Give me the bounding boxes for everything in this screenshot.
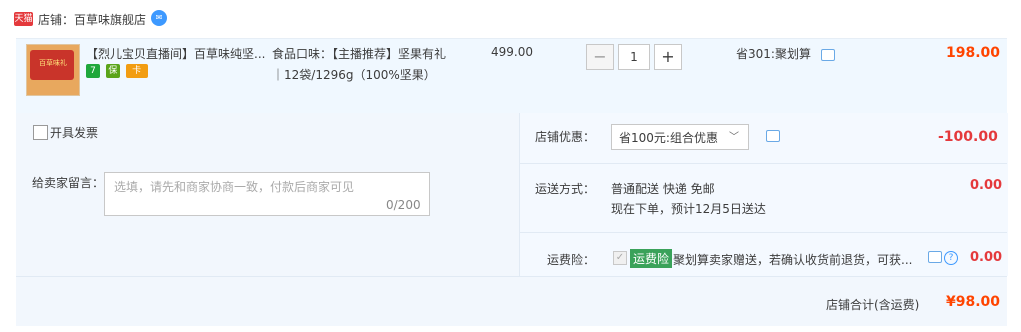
insurance-tag: 运费险: [630, 249, 673, 268]
shipping-eta: 现在下单，预计12月5日送达: [611, 202, 766, 216]
sku-flavor: 食品口味：【主播推荐】坚果有礼: [272, 47, 447, 61]
product-image-text: 百草味礼: [39, 59, 67, 67]
unit-price: 499.00: [491, 45, 533, 59]
seven-day-return-icon[interactable]: 7: [86, 64, 100, 78]
shipping-method: 普通配送 快递 免邮: [611, 182, 715, 196]
credit-card-icon[interactable]: 卡: [125, 64, 148, 78]
sku-spec: ｜12袋/1296g（100%坚果）: [272, 68, 436, 82]
insurance-icons: ?: [928, 251, 958, 265]
quantity-decrease-button[interactable]: −: [586, 44, 614, 70]
chat-bubble-icon[interactable]: ✉: [151, 10, 167, 26]
comment-icon[interactable]: [928, 251, 942, 263]
help-icon[interactable]: ?: [944, 251, 958, 265]
item-subtotal: 198.00: [946, 45, 1001, 61]
comment-icon[interactable]: [766, 130, 780, 142]
comment-icon[interactable]: [820, 48, 835, 61]
guarantee-shield-icon[interactable]: 保: [105, 64, 120, 78]
message-placeholder: 选填，请先和商家协商一致，付款后商家可见: [114, 180, 355, 194]
shop-discount-label: 店铺优惠：: [535, 130, 596, 144]
shipping-label: 运送方式：: [535, 182, 596, 196]
shop-total-value: ¥98.00: [946, 294, 1001, 310]
product-title-link[interactable]: 【烈儿宝贝直播间】百草味纯坚...: [86, 45, 266, 62]
service-badges: 7 保 卡: [86, 64, 150, 78]
item-discount: 省301:聚划算: [736, 45, 835, 62]
tmall-logo-icon: 天猫: [14, 12, 33, 26]
divider: [519, 163, 1007, 164]
shop-discount-value: -100.00: [938, 129, 998, 145]
shop-total-label: 店铺合计(含运费): [826, 298, 920, 312]
insurance-fee: 0.00: [970, 250, 1003, 265]
message-label: 给卖家留言：: [32, 176, 105, 190]
divider: [519, 232, 1007, 233]
quantity-input[interactable]: 1: [618, 44, 650, 70]
invoice-label[interactable]: 开具发票: [50, 124, 98, 141]
quantity-increase-button[interactable]: +: [654, 44, 682, 70]
divider: [16, 276, 1007, 277]
invoice-checkbox[interactable]: [33, 125, 48, 140]
shipping-fee: 0.00: [970, 178, 1003, 193]
chevron-down-icon[interactable]: ﹀: [729, 128, 739, 143]
shop-discount-selected: 省100元:组合优惠: [619, 131, 718, 145]
quantity-stepper: − 1 +: [586, 44, 682, 70]
insurance-checkbox[interactable]: ✓: [613, 251, 627, 265]
insurance-description: 聚划算卖家赠送，若确认收货前退货，可获...: [673, 253, 913, 267]
discount-text: 省301:聚划算: [736, 47, 811, 61]
shop-name-link[interactable]: 店铺：百草味旗舰店: [38, 11, 146, 28]
message-char-count: 0/200: [386, 198, 421, 212]
insurance-label: 运费险：: [547, 253, 596, 267]
